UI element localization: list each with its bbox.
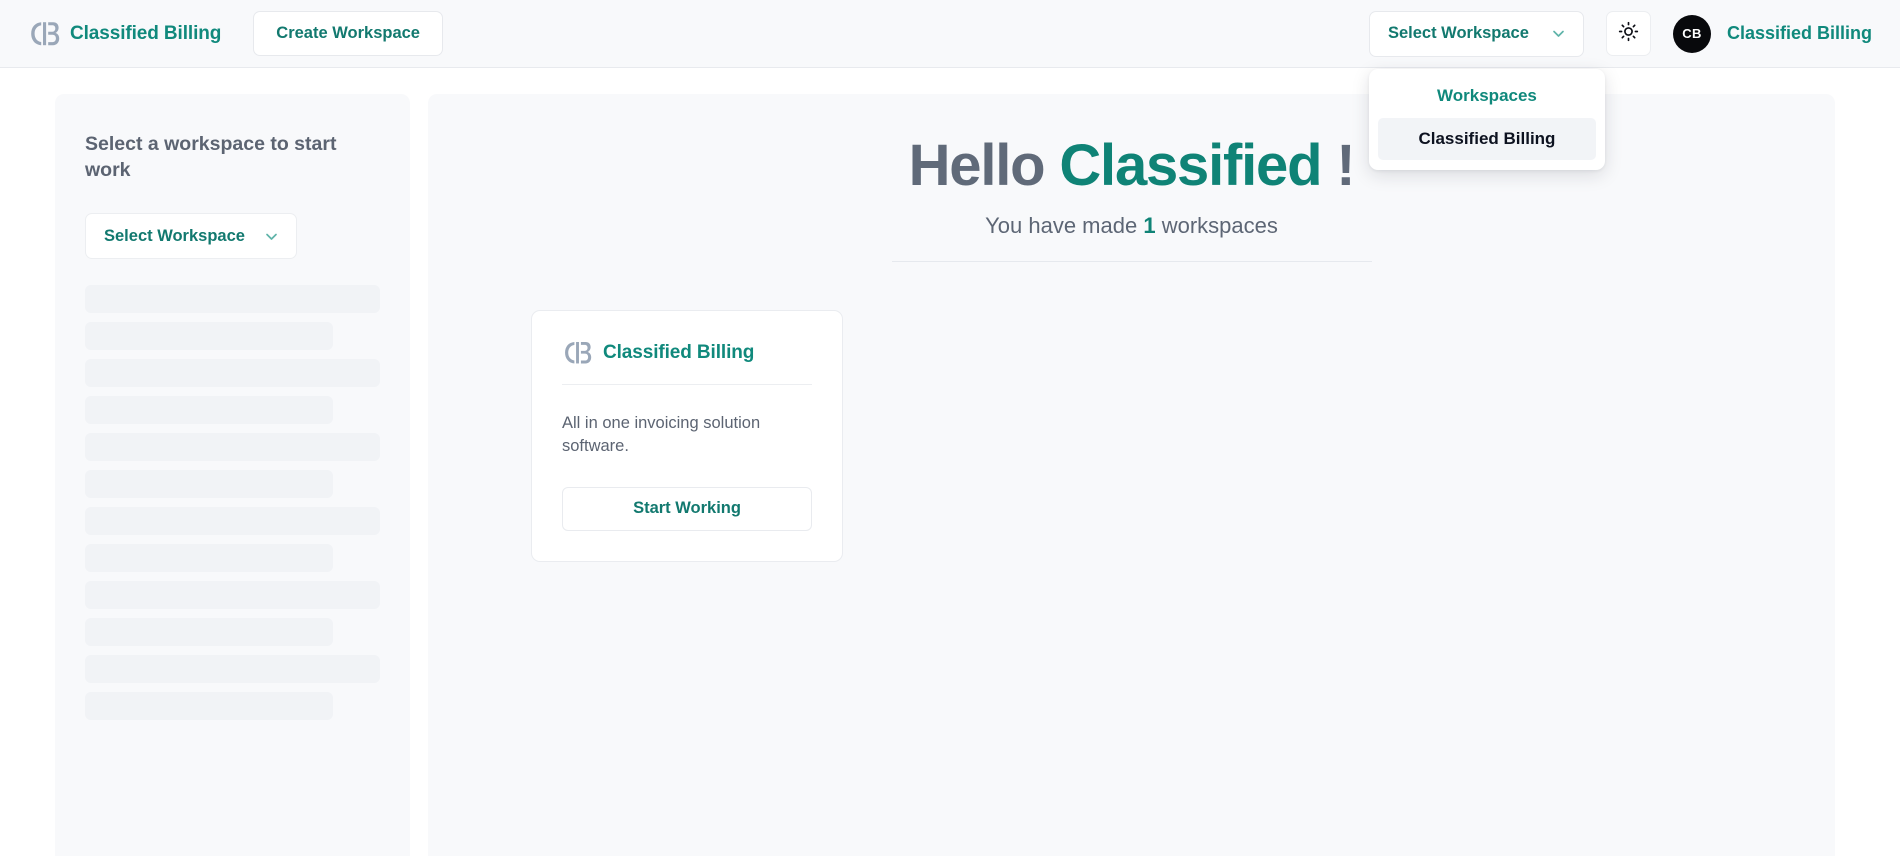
- greeting-suffix: !: [1336, 133, 1355, 198]
- workspace-dropdown-item-classified-billing[interactable]: Classified Billing: [1377, 117, 1596, 160]
- sun-icon: [1618, 21, 1639, 47]
- skeleton-item: [85, 544, 333, 573]
- skeleton-item: [85, 655, 380, 684]
- workspace-card-description: All in one invoicing solution software.: [562, 413, 761, 456]
- chevron-down-icon: [263, 228, 280, 245]
- skeleton-item: [85, 507, 380, 536]
- sidebar-title: Select a workspace to start work: [85, 133, 337, 181]
- main-content: Hello Classified ! You have made 1 works…: [428, 94, 1835, 856]
- workspace-select-dropdown[interactable]: Select Workspace: [1368, 10, 1584, 57]
- workspace-card-header: Classified Billing: [562, 339, 812, 385]
- theme-toggle-button[interactable]: [1605, 11, 1651, 56]
- avatar[interactable]: CB: [1672, 14, 1711, 53]
- greeting-prefix: Hello: [908, 133, 1046, 198]
- chevron-down-icon: [1550, 25, 1567, 42]
- page-body: Select a workspace to start work Select …: [0, 68, 1900, 856]
- skeleton-item: [85, 470, 333, 499]
- skeleton-item: [85, 433, 380, 462]
- greeting-name: Classified: [1059, 133, 1322, 198]
- workspace-count-text: You have made 1 workspaces: [468, 213, 1795, 239]
- sidebar-workspace-select-label: Select Workspace: [104, 226, 245, 245]
- cb-logo-icon: [562, 339, 592, 367]
- skeleton-item: [85, 396, 333, 425]
- header-actions: Select Workspace Workspaces Classified B…: [1368, 10, 1872, 170]
- start-working-button[interactable]: Start Working: [562, 486, 812, 531]
- create-workspace-button[interactable]: Create Workspace: [253, 11, 443, 56]
- hero-divider: [891, 260, 1372, 262]
- workspace-card-title: Classified Billing: [603, 341, 755, 363]
- sidebar-skeleton-list: [85, 285, 380, 721]
- workspace-select-wrapper: Select Workspace Workspaces Classified B…: [1368, 10, 1605, 170]
- brand-name: Classified Billing: [70, 22, 222, 44]
- subtitle-suffix: workspaces: [1161, 212, 1278, 238]
- workspace-card[interactable]: Classified Billing All in one invoicing …: [531, 309, 843, 562]
- brand-logo-link[interactable]: Classified Billing: [28, 19, 221, 49]
- cb-logo-icon: [28, 19, 60, 49]
- user-name: Classified Billing: [1726, 23, 1872, 43]
- subtitle-prefix: You have made: [985, 212, 1138, 238]
- skeleton-item: [85, 322, 333, 351]
- workspace-count: 1: [1143, 212, 1156, 238]
- skeleton-item: [85, 359, 380, 388]
- skeleton-item: [85, 581, 380, 610]
- app-header: Classified Billing Create Workspace Sele…: [0, 0, 1900, 170]
- sidebar: Select a workspace to start work Select …: [55, 94, 410, 856]
- workspace-card-list: Classified Billing All in one invoicing …: [468, 309, 1795, 562]
- workspace-select-label: Select Workspace: [1387, 24, 1529, 42]
- sidebar-workspace-select[interactable]: Select Workspace: [85, 213, 297, 260]
- workspace-dropdown-menu: Workspaces Classified Billing: [1368, 68, 1605, 170]
- skeleton-item: [85, 618, 333, 647]
- workspace-dropdown-title: Workspaces: [1437, 85, 1537, 105]
- skeleton-item: [85, 692, 333, 721]
- skeleton-item: [85, 285, 380, 314]
